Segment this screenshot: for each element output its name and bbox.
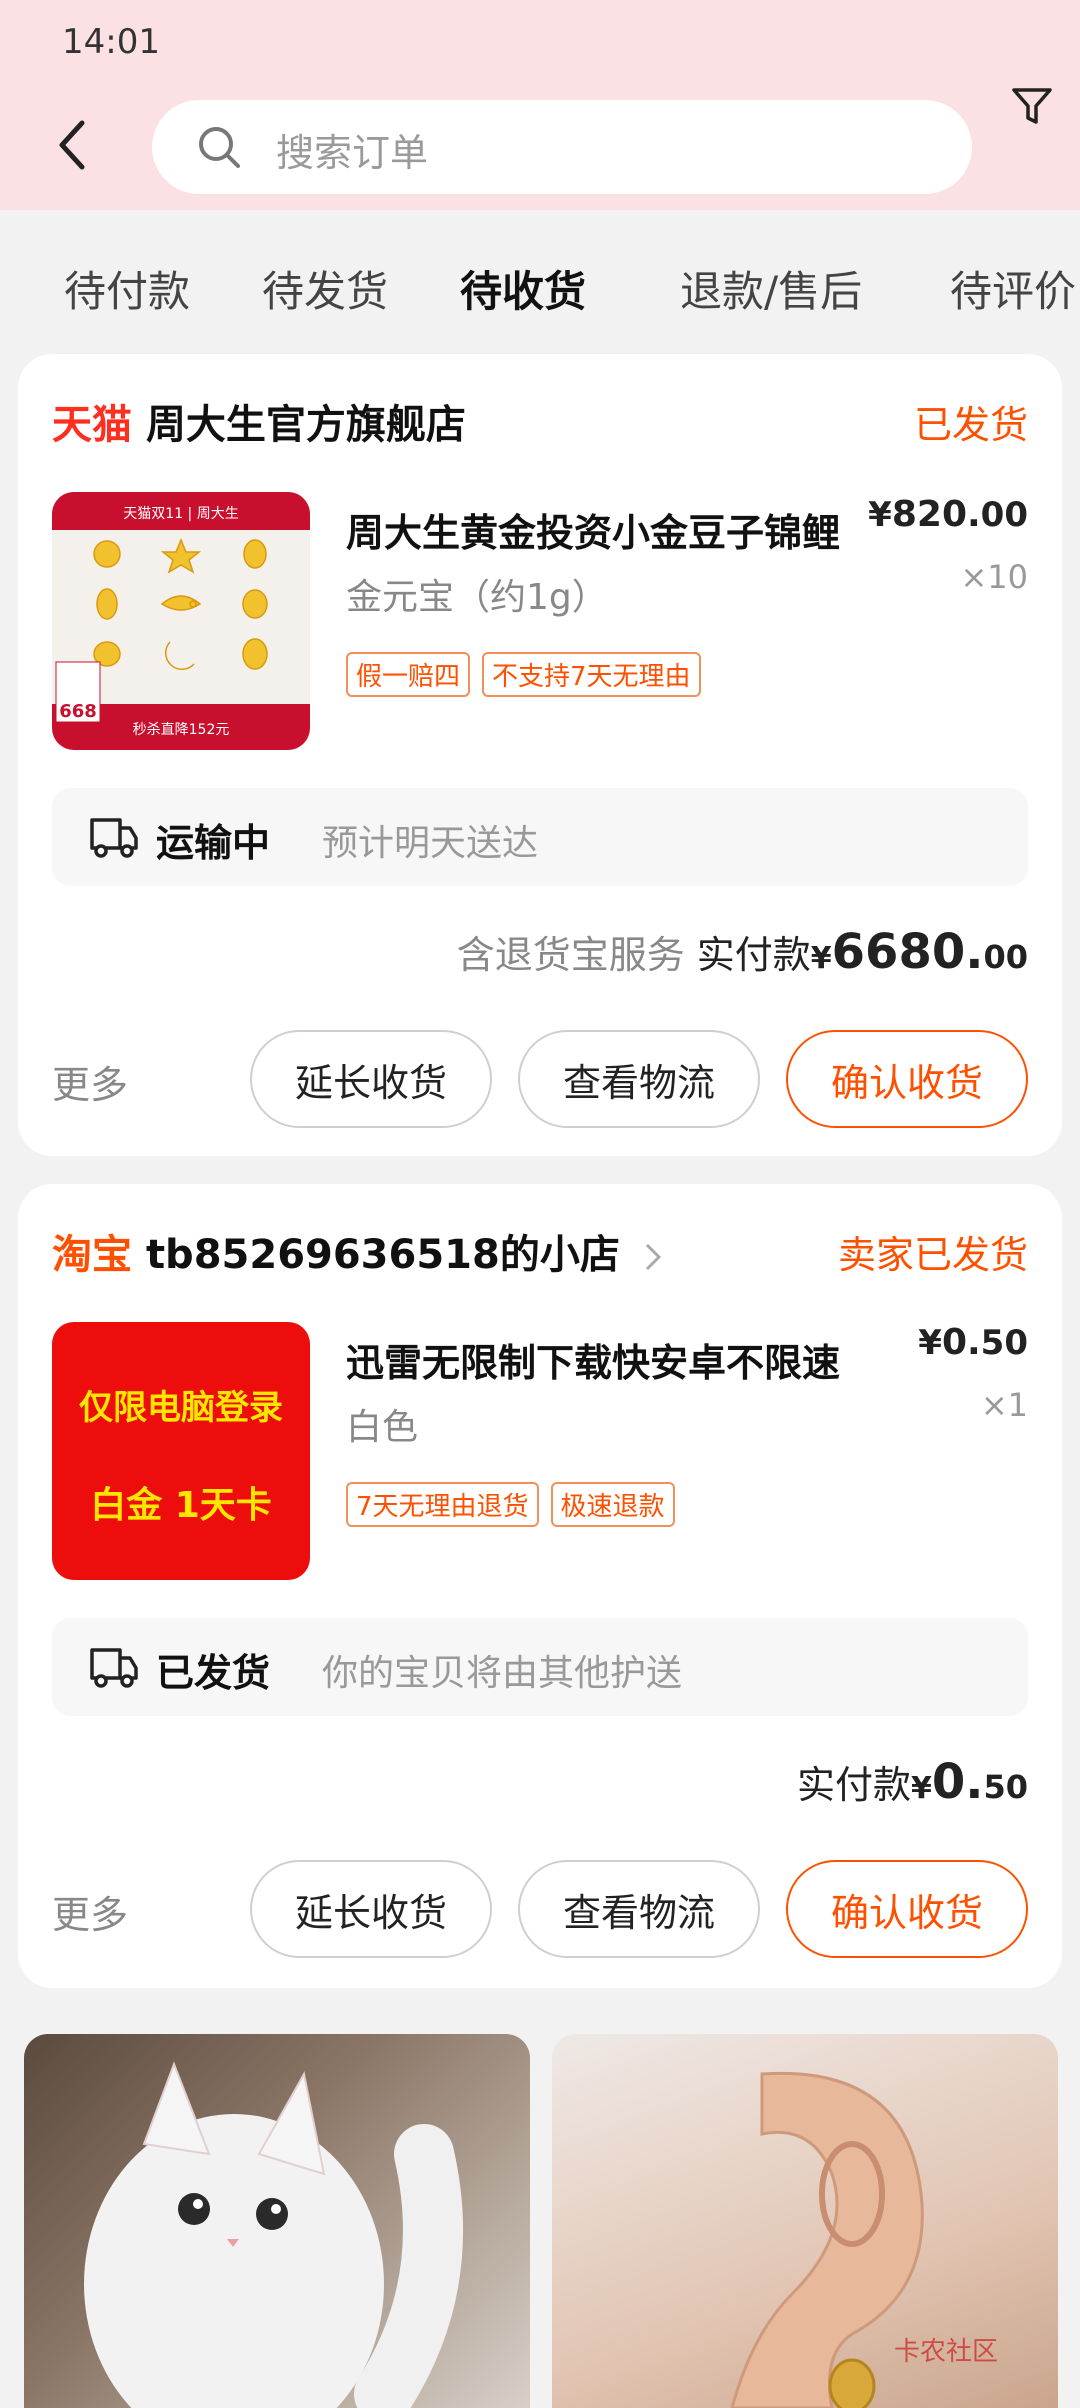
order-tabs: 待付款 待发货 待收货 退款/售后 待评价: [0, 210, 1080, 350]
view-logistics-button[interactable]: 查看物流: [518, 1860, 760, 1958]
filter-icon[interactable]: [1010, 84, 1054, 128]
product-price: ¥820.00: [868, 494, 1028, 535]
price-dec: 50: [980, 1323, 1028, 1363]
image-line1: 仅限电脑登录: [79, 1388, 283, 1428]
confirm-receipt-button[interactable]: 确认收货: [786, 1860, 1028, 1958]
tag: 不支持7天无理由: [482, 652, 701, 697]
extend-receipt-button[interactable]: 延长收货: [250, 1860, 492, 1958]
view-logistics-button[interactable]: 查看物流: [518, 1030, 760, 1128]
truck-icon: [90, 818, 138, 858]
paid-dec: 00: [983, 938, 1028, 976]
order-card: 淘宝 tb85269636518的小店 卖家已发货 仅限电脑登录 白金 1天卡 …: [18, 1184, 1062, 1988]
search-input[interactable]: 搜索订单: [152, 100, 972, 194]
shop-name: 周大生官方旗舰店: [145, 402, 466, 448]
header: 14:01 搜索订单: [0, 0, 1080, 210]
paid-label: 实付款: [796, 1763, 911, 1807]
product-spec: 金元宝（约1g）: [346, 577, 608, 618]
paid-label: 实付款: [696, 933, 811, 977]
logistics-status: 运输中: [156, 821, 271, 865]
logistics-bar[interactable]: 运输中 预计明天送达: [52, 788, 1028, 886]
product-title[interactable]: 周大生黄金投资小金豆子锦鲤: [346, 502, 866, 557]
tab-pending-review[interactable]: 待评价: [950, 258, 1076, 319]
product-image[interactable]: 天猫双11 | 周大生 668 秒杀直降152元: [52, 492, 310, 750]
price-int: 0.: [941, 1322, 981, 1363]
tag: 极速退款: [550, 1482, 675, 1527]
paid-int: 6680.: [831, 924, 984, 980]
order-status: 已发货: [913, 403, 1028, 447]
product-tags: 7天无理由退货 极速退款: [346, 1482, 675, 1527]
payment-summary: 实付款¥0.50: [797, 1754, 1028, 1810]
shop-header[interactable]: 天猫 周大生官方旗舰店: [52, 392, 466, 450]
search-placeholder: 搜索订单: [276, 131, 429, 175]
truck-icon: [90, 1648, 138, 1688]
back-icon[interactable]: [52, 115, 92, 175]
paid-dec: 50: [983, 1768, 1028, 1806]
logistics-desc: 预计明天送达: [322, 823, 539, 864]
paid-int: 0.: [931, 1754, 984, 1810]
image-bottom-text: 秒杀直降152元: [133, 721, 230, 738]
tab-pending-shipment[interactable]: 待发货: [262, 258, 388, 319]
product-qty: ×10: [960, 558, 1028, 596]
payment-summary: 含退货宝服务 实付款¥6680.00: [457, 924, 1028, 980]
product-spec: 白色: [346, 1407, 419, 1448]
shop-header[interactable]: 淘宝 tb85269636518的小店: [52, 1222, 662, 1280]
image-price-text: 668: [59, 701, 97, 722]
return-service-text: 含退货宝服务: [456, 933, 685, 977]
logistics-bar[interactable]: 已发货 你的宝贝将由其他护送: [52, 1618, 1028, 1716]
search-icon: [199, 127, 240, 168]
price-yen: ¥: [918, 1323, 942, 1363]
product-tags: 假一赔四 不支持7天无理由: [346, 652, 701, 697]
gold-beans-image: 天猫双11 | 周大生 668 秒杀直降152元: [55, 506, 268, 738]
more-link[interactable]: 更多: [52, 1054, 128, 1109]
product-price: ¥0.50: [918, 1322, 1028, 1363]
image-line2: 白金 1天卡: [90, 1485, 272, 1526]
paid-yen: ¥: [810, 941, 832, 976]
price-int: 820.: [891, 494, 981, 535]
watermark: 卡农社区: [893, 2337, 998, 2367]
tab-pending-receipt[interactable]: 待收货: [460, 258, 586, 319]
price-yen: ¥: [868, 495, 892, 535]
extend-receipt-button[interactable]: 延长收货: [250, 1030, 492, 1128]
product-image[interactable]: 仅限电脑登录 白金 1天卡: [52, 1322, 310, 1580]
tab-refund[interactable]: 退款/售后: [680, 258, 862, 319]
recommend-item-cat[interactable]: [24, 2034, 530, 2408]
logistics-status: 已发货: [156, 1651, 271, 1695]
platform-label: 天猫: [52, 402, 132, 448]
kitten-image: [84, 2061, 463, 2408]
order-status: 卖家已发货: [837, 1233, 1028, 1277]
product-title[interactable]: 迅雷无限制下载快安卓不限速: [346, 1332, 866, 1387]
confirm-receipt-button[interactable]: 确认收货: [786, 1030, 1028, 1128]
more-link[interactable]: 更多: [52, 1884, 128, 1939]
platform-label: 淘宝: [52, 1232, 132, 1278]
paid-yen: ¥: [910, 1771, 932, 1806]
image-brand-text: 天猫双11 | 周大生: [123, 506, 238, 522]
product-qty: ×1: [980, 1386, 1028, 1424]
tag: 假一赔四: [346, 652, 471, 697]
logistics-desc: 你的宝贝将由其他护送: [322, 1653, 683, 1694]
price-dec: 00: [980, 495, 1028, 535]
chevron-right-icon: [645, 1243, 661, 1271]
tab-pending-payment[interactable]: 待付款: [64, 258, 190, 319]
shop-name: tb85269636518的小店: [145, 1232, 620, 1278]
recommend-item-earring[interactable]: 卡农社区: [552, 2034, 1058, 2408]
status-time: 14:01: [62, 22, 160, 62]
order-card: 天猫 周大生官方旗舰店 已发货 天猫双11 | 周大生 668 秒杀直降152元…: [18, 354, 1062, 1156]
tag: 7天无理由退货: [346, 1482, 539, 1527]
